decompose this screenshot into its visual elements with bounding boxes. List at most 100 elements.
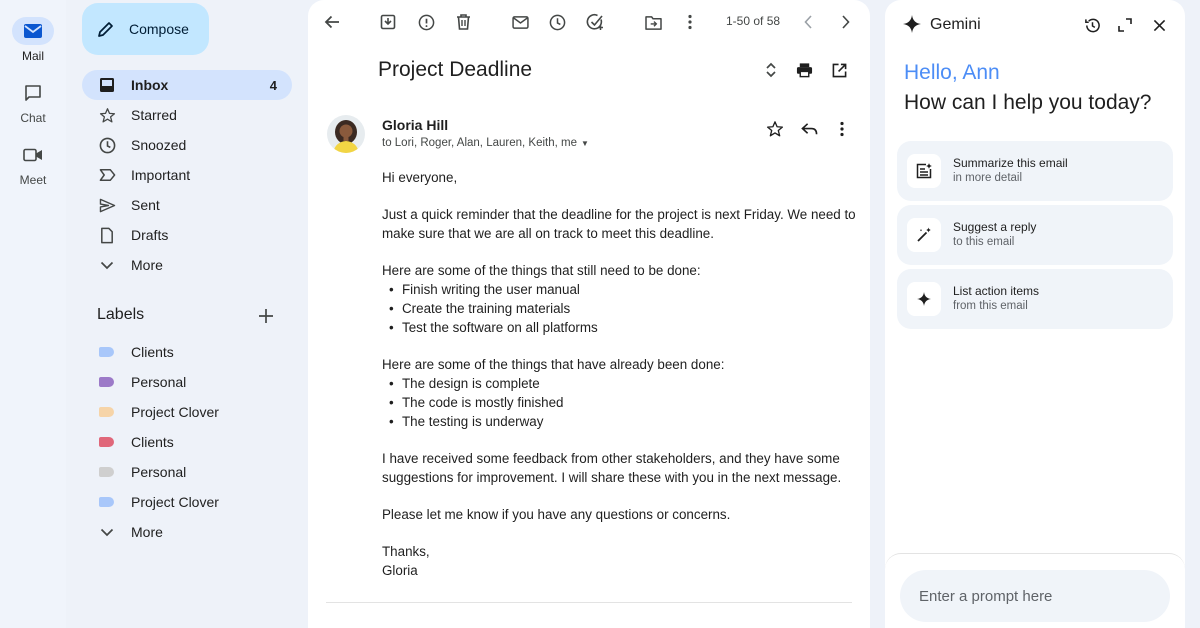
nav-item-label: Sent	[131, 197, 160, 213]
gemini-panel: Gemini Hello, Ann How can I help you tod…	[885, 0, 1185, 628]
label-item-clients-2[interactable]: Clients	[82, 427, 292, 457]
nav-item-drafts[interactable]: Drafts	[82, 220, 292, 250]
chevron-down-icon	[97, 255, 117, 275]
move-to-button[interactable]	[642, 11, 664, 33]
nav-item-label: Inbox	[131, 77, 169, 93]
reply-icon	[800, 123, 817, 135]
folder-move-icon	[644, 15, 662, 30]
archive-button[interactable]	[377, 11, 399, 33]
message-more-button[interactable]	[831, 118, 853, 140]
chevron-right-icon	[842, 15, 850, 29]
suggestion-subtitle: in more detail	[953, 172, 1023, 184]
email-signoff: Thanks,	[382, 544, 430, 559]
label-item-personal-2[interactable]: Personal	[82, 457, 292, 487]
label-tag-icon	[99, 347, 114, 357]
unfold-icon	[766, 62, 776, 78]
nav-item-label: More	[131, 257, 163, 273]
chat-icon	[12, 79, 54, 107]
report-spam-button[interactable]	[415, 11, 437, 33]
more-vert-icon	[688, 14, 692, 30]
more-options-button[interactable]	[679, 11, 701, 33]
rail-chat[interactable]: Chat	[0, 79, 66, 125]
newer-button[interactable]	[835, 11, 857, 33]
label-item-project-clover-2[interactable]: Project Clover	[82, 487, 292, 517]
reply-button[interactable]	[798, 118, 820, 140]
list-item: The code is mostly finished	[382, 393, 862, 412]
label-tag-icon	[99, 437, 114, 447]
spam-icon	[418, 14, 434, 30]
expand-all-button[interactable]	[760, 59, 782, 81]
pagination-text: 1-50 of 58	[726, 14, 781, 28]
print-button[interactable]	[793, 59, 815, 81]
expand-icon	[1118, 18, 1132, 32]
sparkle-icon	[907, 282, 941, 316]
list-item: Finish writing the user manual	[382, 280, 862, 299]
label-item-project-clover[interactable]: Project Clover	[82, 397, 292, 427]
nav-item-more[interactable]: More	[82, 250, 292, 280]
rail-meet[interactable]: Meet	[0, 141, 66, 187]
mail-icon	[12, 17, 54, 45]
chevron-left-icon	[804, 15, 812, 29]
add-label-button[interactable]	[256, 306, 276, 326]
arrow-back-icon	[324, 15, 339, 29]
label-item-text: Clients	[131, 344, 174, 360]
suggestion-subtitle: to this email	[953, 236, 1015, 248]
suggestion-reply[interactable]: Suggest a reply to this email	[897, 205, 1173, 265]
label-tag-icon	[99, 467, 114, 477]
label-item-clients[interactable]: Clients	[82, 337, 292, 367]
caret-down-icon: ▼	[580, 139, 589, 148]
labels-more-label: More	[131, 524, 163, 540]
chevron-down-icon	[97, 522, 117, 542]
mail-unread-icon	[511, 15, 529, 29]
older-button[interactable]	[797, 11, 819, 33]
avatar[interactable]	[327, 115, 365, 153]
mark-unread-button[interactable]	[509, 11, 531, 33]
nav-item-sent[interactable]: Sent	[82, 190, 292, 220]
nav-item-important[interactable]: Important	[82, 160, 292, 190]
back-button[interactable]	[321, 11, 343, 33]
nav-item-label: Important	[131, 167, 191, 183]
nav-sidebar: Compose Inbox 4 Starred Snoozed Importan…	[66, 0, 306, 628]
label-item-text: Personal	[131, 464, 187, 480]
todo-intro: Here are some of the things that still n…	[382, 263, 701, 278]
nav-item-snoozed[interactable]: Snoozed	[82, 130, 292, 160]
done-list: The design is complete The code is mostl…	[382, 374, 862, 431]
list-item: The testing is underway	[382, 412, 862, 431]
nav-item-inbox[interactable]: Inbox 4	[82, 70, 292, 100]
summarize-icon	[907, 154, 941, 188]
close-panel-button[interactable]	[1148, 14, 1170, 36]
close-icon	[1153, 19, 1165, 31]
trash-icon	[456, 14, 470, 30]
plus-icon	[259, 309, 273, 323]
recipients-line[interactable]: to Lori, Roger, Alan, Lauren, Keith, me ▼	[382, 137, 589, 149]
expand-panel-button[interactable]	[1114, 14, 1136, 36]
nav-item-label: Snoozed	[131, 137, 187, 153]
star-icon	[766, 121, 784, 137]
compose-button[interactable]: Compose	[82, 3, 209, 55]
rail-mail[interactable]: Mail	[0, 17, 66, 63]
greeting-help: How can I help you today?	[904, 91, 1152, 114]
message-divider	[326, 602, 852, 603]
nav-item-starred[interactable]: Starred	[82, 100, 292, 130]
delete-button[interactable]	[452, 11, 474, 33]
email-signature: Gloria	[382, 563, 418, 578]
suggestion-action-items[interactable]: List action items from this email	[897, 269, 1173, 329]
inbox-icon	[97, 75, 117, 95]
prompt-input[interactable]	[900, 570, 1170, 622]
labels-more[interactable]: More	[82, 517, 292, 547]
label-tag-icon	[99, 407, 114, 417]
label-item-personal[interactable]: Personal	[82, 367, 292, 397]
print-icon	[796, 63, 812, 78]
label-item-text: Project Clover	[131, 494, 219, 510]
archive-icon	[380, 14, 396, 30]
gemini-sparkle-icon	[903, 15, 921, 33]
gemini-title: Gemini	[930, 16, 981, 33]
star-email-button[interactable]	[764, 118, 786, 140]
open-new-window-button[interactable]	[828, 59, 850, 81]
add-to-tasks-button[interactable]	[584, 11, 606, 33]
suggestion-summarize[interactable]: Summarize this email in more detail	[897, 141, 1173, 201]
draft-icon	[97, 225, 117, 245]
rail-chat-label: Chat	[20, 111, 46, 125]
snooze-button[interactable]	[546, 11, 568, 33]
history-button[interactable]	[1081, 14, 1103, 36]
